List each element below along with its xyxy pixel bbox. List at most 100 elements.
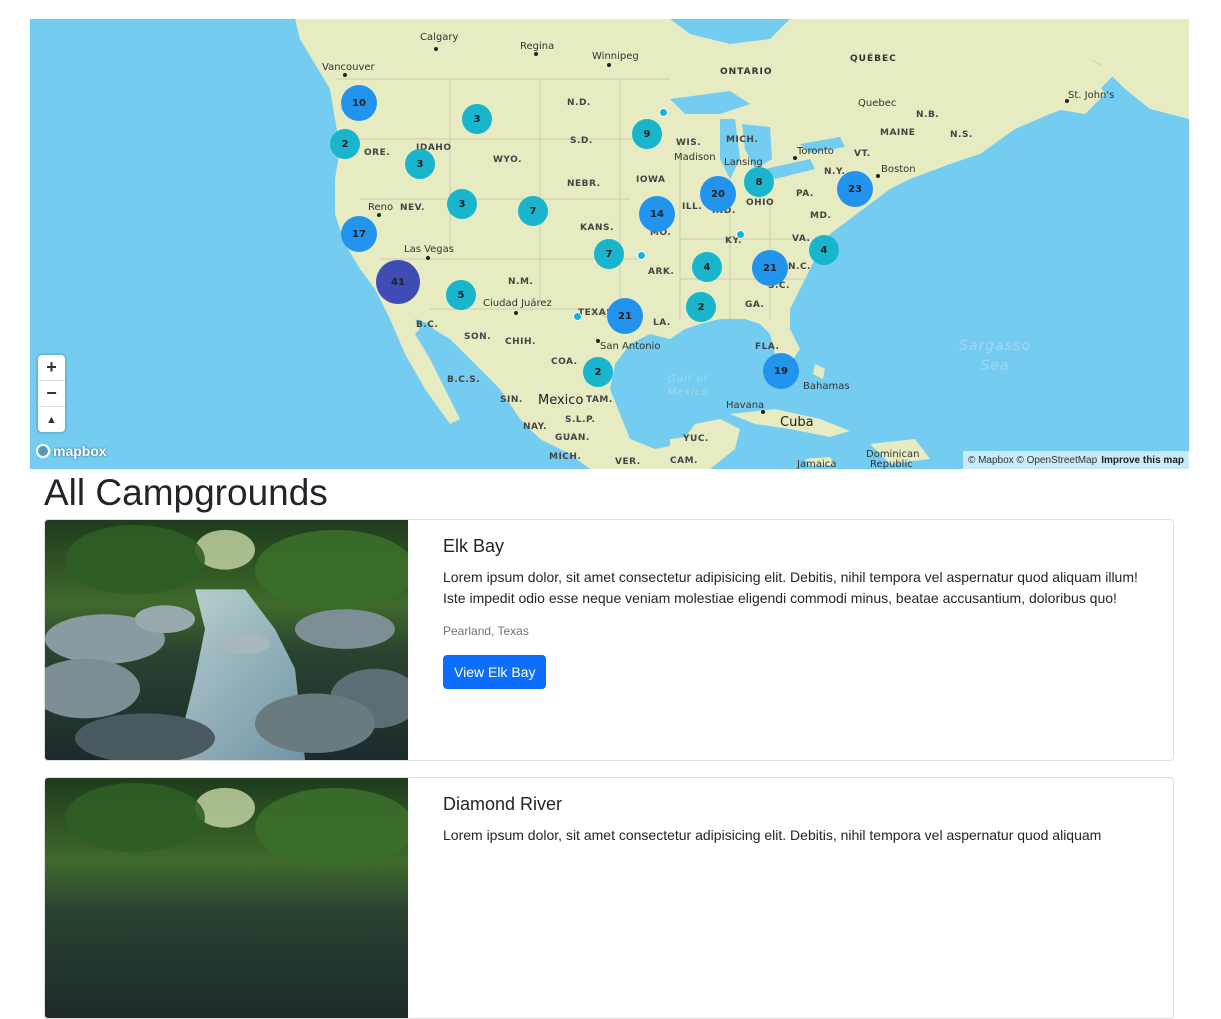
city-dot (761, 410, 765, 414)
map-label-ns: N.S. (950, 130, 973, 140)
map-label-fla: FLA. (755, 342, 780, 352)
map-label-wyo: WYO. (493, 155, 522, 165)
map-label-iowa: IOWA (636, 175, 666, 185)
map-label-chih: CHIH. (505, 337, 536, 347)
cluster-marker[interactable]: 5 (446, 280, 476, 310)
sargasso-label-line1: Sargasso (959, 338, 1031, 354)
improve-map-link[interactable]: Improve this map (1101, 455, 1184, 466)
map-label-ver: VER. (615, 457, 641, 467)
cluster-marker[interactable]: 19 (763, 353, 799, 389)
gulf-label-line1: Gulf of (667, 374, 709, 385)
city-dot (607, 63, 611, 67)
campground-card: Elk Bay Lorem ipsum dolor, sit amet cons… (44, 519, 1174, 761)
map-label-cam: CAM. (670, 456, 698, 466)
map-label-sargasso-sea: Sargasso Sea (950, 336, 1040, 376)
map-label-nb: N.B. (916, 110, 940, 120)
page-title: All Campgrounds (44, 472, 328, 513)
map-label-ohio: OHIO (746, 198, 775, 208)
city-dot (793, 156, 797, 160)
map-label-bcs: B.C.S. (447, 375, 481, 385)
map-label-mich-mx: MICH. (549, 452, 582, 462)
map-label-nay: NAY. (523, 422, 548, 432)
map-label-jamaica: Jamaica (797, 459, 837, 469)
cluster-marker[interactable]: 4 (809, 235, 839, 265)
cluster-marker[interactable]: 7 (594, 239, 624, 269)
city-dot (426, 256, 430, 260)
cluster-marker[interactable]: 21 (752, 250, 788, 286)
map-label-la: LA. (653, 318, 671, 328)
map-label-maine: MAINE (880, 128, 916, 138)
map-attribution: © Mapbox © OpenStreetMap Improve this ma… (962, 451, 1189, 469)
cluster-marker[interactable]: 3 (405, 149, 435, 179)
cluster-marker[interactable]: 8 (744, 167, 774, 197)
cluster-marker[interactable]: 4 (692, 252, 722, 282)
map-label-havana: Havana (726, 400, 765, 411)
map-label-vancouver: Vancouver (322, 62, 375, 73)
campground-point[interactable] (637, 251, 646, 260)
city-dot (876, 174, 880, 178)
cluster-marker[interactable]: 2 (583, 357, 613, 387)
map-label-las-vegas: Las Vegas (404, 244, 454, 255)
map-label-reno: Reno (368, 202, 394, 213)
map-label-nev: NEV. (400, 203, 425, 213)
attribution-text[interactable]: © Mapbox © OpenStreetMap (968, 455, 1097, 466)
mapbox-logo-text: mapbox (53, 443, 107, 459)
map-label-nc: N.C. (788, 262, 811, 272)
campground-point[interactable] (573, 312, 582, 321)
map-label-ore: ORE. (364, 148, 391, 158)
cluster-marker[interactable]: 23 (837, 171, 873, 207)
zoom-in-button[interactable]: + (38, 355, 65, 381)
card-title: Diamond River (443, 794, 563, 814)
map-label-vt: VT. (854, 149, 871, 159)
map-label-cuba: Cuba (780, 415, 814, 430)
city-dot (1065, 99, 1069, 103)
cluster-marker[interactable]: 2 (686, 292, 716, 322)
cluster-marker[interactable]: 21 (607, 298, 643, 334)
city-dot (596, 339, 600, 343)
map-label-sin: SIN. (500, 395, 523, 405)
map-label-guan: GUAN. (555, 433, 590, 443)
cluster-marker[interactable]: 41 (376, 260, 420, 304)
map-label-mich: MICH. (726, 135, 759, 145)
cluster-marker[interactable]: 14 (639, 196, 675, 232)
mapbox-logo[interactable]: mapbox (36, 443, 107, 459)
gulf-label-line2: Mexico (667, 387, 709, 398)
card-description: Lorem ipsum dolor, sit amet consectetur … (443, 569, 1138, 606)
map-label-yuc: YUC. (683, 434, 709, 444)
compass-button[interactable]: ▲ (38, 407, 65, 432)
campground-card: Diamond River Lorem ipsum dolor, sit ame… (44, 777, 1174, 1019)
zoom-out-button[interactable]: − (38, 381, 65, 407)
map-label-slp: S.L.P. (565, 415, 596, 425)
map-label-quebec-province: QUÉBEC (850, 54, 897, 64)
map-label-coa: COA. (551, 357, 578, 367)
map-label-sd: S.D. (570, 136, 593, 146)
card-description: Lorem ipsum dolor, sit amet consectetur … (443, 827, 1102, 843)
map-label-gulf-of-mexico: Gulf of Mexico (662, 373, 714, 399)
cluster-marker[interactable]: 10 (341, 85, 377, 121)
cluster-marker[interactable]: 2 (330, 129, 360, 159)
map-label-madison: Madison (674, 152, 716, 163)
cluster-marker[interactable]: 3 (462, 104, 492, 134)
city-dot (343, 73, 347, 77)
cluster-marker[interactable]: 17 (341, 216, 377, 252)
map-label-son: SON. (464, 332, 492, 342)
card-location: Pearland, Texas (443, 624, 529, 638)
cluster-marker[interactable]: 7 (518, 196, 548, 226)
campground-point[interactable] (736, 230, 745, 239)
map-label-bahamas: Bahamas (803, 381, 850, 392)
map-label-ontario: ONTARIO (720, 67, 773, 77)
view-campground-button[interactable]: View Elk Bay (443, 655, 547, 689)
map-label-md: MD. (810, 211, 832, 221)
map-label-san-antonio: San Antonio (600, 341, 661, 352)
campground-cluster-map[interactable]: Calgary Regina Winnipeg ONTARIO QUÉBEC Q… (30, 19, 1189, 469)
map-label-ciudad-juarez: Ciudad Juárez (483, 298, 552, 309)
campground-point[interactable] (659, 108, 668, 117)
city-dot (514, 311, 518, 315)
card-title: Elk Bay (443, 536, 505, 556)
cluster-marker[interactable]: 3 (447, 189, 477, 219)
campground-image (45, 778, 408, 1018)
cluster-marker[interactable]: 9 (632, 119, 662, 149)
cluster-marker[interactable]: 20 (700, 176, 736, 212)
map-label-ga: GA. (745, 300, 765, 310)
map-label-kans: KANS. (580, 223, 614, 233)
